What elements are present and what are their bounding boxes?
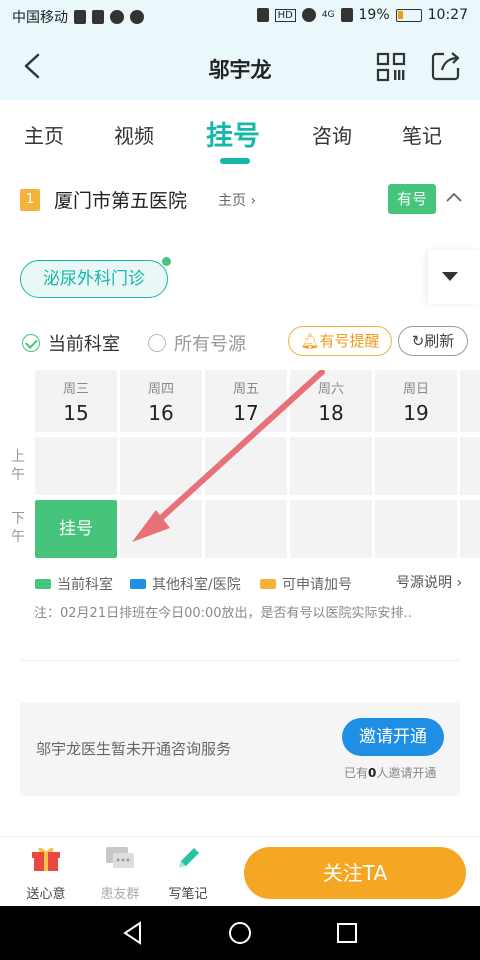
radio-current-dept-label: 当前科室 [48,334,120,355]
wifi-icon [301,8,316,22]
legend: 当前科室 其他科室/医院 可申请加号 号源说明 › [0,572,480,594]
qr-code-icon[interactable] [376,52,406,82]
radio-all-sources[interactable]: 所有号源 [148,330,246,356]
consult-panel: 邬宇龙医生暂未开通咨询服务 邀请开通 已有0人邀请开通 [20,702,460,796]
tab-register[interactable]: 挂号 [206,114,260,153]
source-explain-label: 号源说明 [396,575,452,591]
tab-notes[interactable]: 笔记 [402,120,442,149]
status-right: HD 4G 19% 10:27 [256,7,468,23]
page-title: 邬宇龙 [208,58,272,82]
chevron-right-icon: › [456,575,463,591]
invite-button[interactable]: 邀请开通 [342,718,444,756]
mute-icon [256,8,269,22]
app-icon [92,10,104,24]
circle-icon [148,334,166,352]
chevron-right-icon: › [250,193,257,209]
tab-home[interactable]: 主页 [24,120,64,149]
legend-swatch [35,579,51,589]
department-dropdown[interactable] [428,250,480,304]
radio-all-sources-label: 所有号源 [174,334,246,355]
filter-row: 当前科室 所有号源 🔔︎有号提醒 ↻刷新 [0,322,480,358]
tab-bar: 主页 视频 挂号 咨询 笔记 [0,100,480,170]
annotation-arrow-icon [132,370,325,542]
legend-label: 可申请加号 [282,577,352,593]
refresh-label: 刷新 [424,332,455,350]
patient-group-button[interactable]: 患友群 [90,845,150,902]
system-home-icon[interactable] [225,918,255,948]
schedule-note: 注：02月21日排班在今日00:00放出，是否有号以医院实际安排.. [34,606,412,621]
hospital-row: 1 厦门市第五医院 主页 › 有号 [0,180,480,220]
battery-icon [395,8,422,22]
network-label: 4G [321,10,335,20]
availability-badge: 有号 [388,184,436,214]
pencil-icon [179,848,199,867]
invite-count: 已有0人邀请开通 [344,764,436,781]
write-note-label: 写笔记 [168,887,208,902]
status-left: 中国移动 [12,7,144,27]
legend-swatch [260,579,276,589]
department-label: 泌尿外科门诊 [43,269,145,289]
share-icon[interactable] [430,50,462,82]
system-nav-bar [0,906,480,960]
tab-indicator [220,158,250,164]
legend-item: 其他科室/医院 [130,574,241,594]
clock: 10:27 [427,7,468,23]
legend-item: 当前科室 [35,574,113,594]
caret-down-icon [442,272,458,281]
wechat-icon [110,10,124,24]
refresh-button[interactable]: ↻刷新 [398,326,468,356]
department-dot [162,257,171,266]
battery-percent: 19% [358,7,390,23]
legend-swatch [130,579,146,589]
hospital-home-label: 主页 [218,193,246,209]
gift-button[interactable]: 送心意 [16,845,76,902]
nav-bar: 邬宇龙 [0,32,480,100]
remind-label: 有号提醒 [319,332,380,350]
patient-group-label: 患友群 [100,887,140,902]
gift-icon [32,847,60,871]
hd-label: HD [274,8,296,22]
chat-icon [130,10,144,24]
legend-label: 当前科室 [57,577,113,593]
department-chip[interactable]: 泌尿外科门诊 [20,257,171,298]
schedule-grid: 周三 15 周四 16 周五 17 周六 18 周日 19 上午 下午 挂号 [0,370,480,562]
gift-label: 送心意 [26,887,66,902]
divider [20,660,460,661]
check-circle-icon [22,334,40,352]
hospital-index-badge: 1 [20,189,40,211]
signal-icon [340,8,353,22]
refresh-icon: ↻ [411,332,425,350]
remind-button[interactable]: 🔔︎有号提醒 [288,326,392,356]
legend-label: 其他科室/医院 [152,577,241,593]
follow-button[interactable]: 关注TA [244,847,466,899]
system-recents-icon[interactable] [332,918,362,948]
alert-icon [74,10,86,24]
tab-video[interactable]: 视频 [114,120,154,149]
radio-current-dept[interactable]: 当前科室 [22,330,120,356]
system-back-icon[interactable] [118,918,148,948]
tab-consult[interactable]: 咨询 [312,120,352,149]
hospital-name: 厦门市第五医院 [54,190,188,212]
chevron-up-icon[interactable] [444,188,464,208]
bottom-action-bar: 送心意 患友群 写笔记 关注TA [0,836,480,906]
carrier-label: 中国移动 [12,10,68,26]
bell-icon: 🔔︎ [300,332,320,350]
back-arrow-icon[interactable] [20,52,44,80]
chat-group-icon [106,847,134,868]
legend-item: 可申请加号 [260,574,352,594]
status-bar: 中国移动 HD 4G 19% 10:27 [0,0,480,32]
hospital-home-link[interactable]: 主页 › [218,190,256,210]
source-explain-link[interactable]: 号源说明 › [396,572,462,592]
invite-count-prefix: 已有 [344,766,369,780]
invite-count-suffix: 人邀请开通 [376,766,437,780]
write-note-button[interactable]: 写笔记 [158,845,218,902]
consult-message: 邬宇龙医生暂未开通咨询服务 [36,740,232,758]
